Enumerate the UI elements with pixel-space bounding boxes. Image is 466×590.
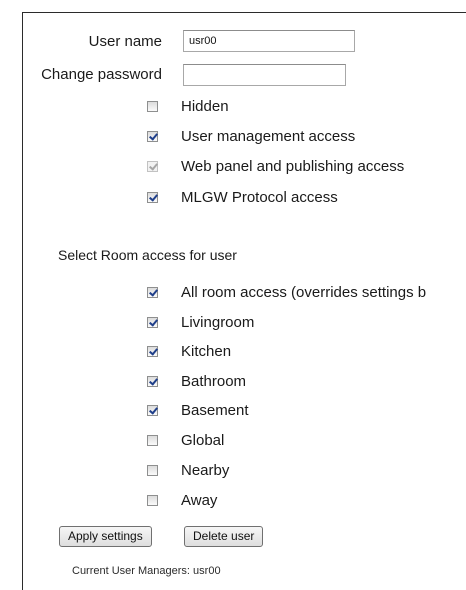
- change-password-input[interactable]: [183, 64, 346, 86]
- all-room-access-label: All room access (overrides settings b: [181, 283, 427, 301]
- kitchen-label: Kitchen: [181, 342, 232, 360]
- room-nearby-row: Nearby: [147, 459, 229, 481]
- permission-user-management-row: User management access: [147, 125, 355, 147]
- user-management-label: User management access: [181, 127, 356, 145]
- hidden-label: Hidden: [181, 97, 229, 115]
- permission-web-panel-row: Web panel and publishing access: [147, 155, 404, 177]
- room-global-row: Global: [147, 429, 224, 451]
- room-away-row: Away: [147, 489, 217, 511]
- mlgw-protocol-checkbox[interactable]: [147, 191, 158, 203]
- livingroom-checkbox[interactable]: [147, 316, 158, 328]
- global-label: Global: [181, 431, 225, 449]
- panel-border-left: [22, 12, 23, 590]
- change-password-label: Change password: [41, 66, 162, 83]
- panel-border-top: [22, 12, 466, 13]
- permission-hidden-row: Hidden: [147, 95, 229, 117]
- hidden-checkbox[interactable]: [147, 100, 158, 112]
- web-panel-label: Web panel and publishing access: [181, 157, 405, 175]
- username-label: User name: [88, 33, 162, 50]
- away-label: Away: [181, 491, 218, 509]
- nearby-checkbox[interactable]: [147, 464, 158, 476]
- global-checkbox[interactable]: [147, 434, 158, 446]
- room-livingroom-row: Livingroom: [147, 311, 254, 333]
- room-all-row: All room access (overrides settings b: [147, 281, 426, 303]
- room-kitchen-row: Kitchen: [147, 340, 231, 362]
- room-access-heading: Select Room access for user: [58, 247, 237, 263]
- kitchen-checkbox[interactable]: [147, 345, 158, 357]
- bathroom-label: Bathroom: [181, 372, 247, 390]
- permission-mlgw-row: MLGW Protocol access: [147, 186, 338, 208]
- apply-settings-button[interactable]: Apply settings: [59, 526, 152, 547]
- username-input[interactable]: [183, 30, 355, 52]
- basement-label: Basement: [181, 401, 249, 419]
- basement-checkbox[interactable]: [147, 404, 158, 416]
- room-basement-row: Basement: [147, 399, 249, 421]
- delete-user-button[interactable]: Delete user: [184, 526, 264, 547]
- web-panel-checkbox: [147, 160, 158, 172]
- nearby-label: Nearby: [181, 461, 230, 479]
- bathroom-checkbox[interactable]: [147, 375, 158, 387]
- all-room-access-checkbox[interactable]: [147, 286, 158, 298]
- livingroom-label: Livingroom: [181, 313, 255, 331]
- user-settings-panel: User name Change password Hidden User ma…: [0, 0, 466, 590]
- mlgw-protocol-label: MLGW Protocol access: [181, 188, 338, 206]
- user-management-checkbox[interactable]: [147, 130, 158, 142]
- away-checkbox[interactable]: [147, 494, 158, 506]
- current-user-managers-text: Current User Managers: usr00: [72, 565, 221, 577]
- room-bathroom-row: Bathroom: [147, 370, 246, 392]
